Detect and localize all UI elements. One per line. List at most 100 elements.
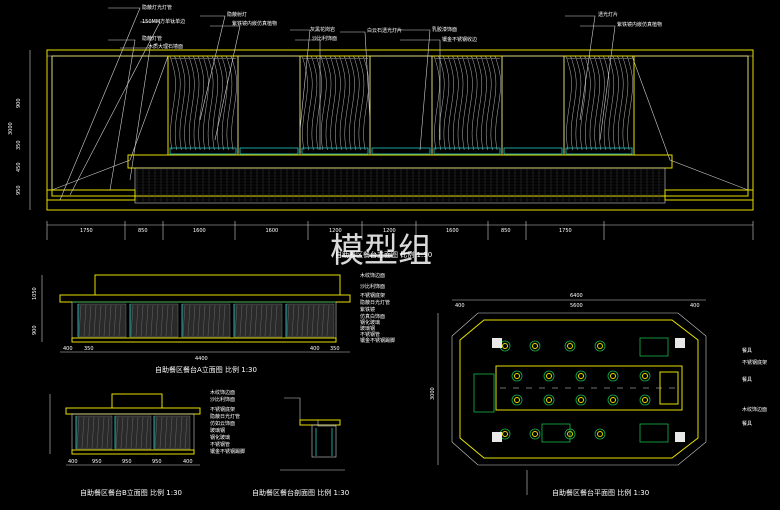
plate-circle	[594, 340, 606, 352]
plate-circle	[639, 370, 651, 382]
annotation: 紫铁镜内嵌仿真植物	[232, 20, 277, 27]
dim-label: 950	[122, 459, 132, 465]
plant-bay	[167, 55, 239, 156]
dim-label: 350	[330, 346, 340, 352]
annotation: 不锈钢底架	[210, 406, 235, 413]
annotation: 镶金不锈钢踢脚	[210, 448, 245, 455]
dim-label: 1600	[266, 228, 279, 234]
dim-label: 1600	[446, 228, 459, 234]
plan-center-island	[495, 365, 683, 411]
annotation: 不锈钢管	[210, 441, 230, 448]
dim-label: 1050	[32, 287, 38, 300]
dim-label: 900	[32, 325, 38, 335]
annotation: 隐蔽射灯	[227, 11, 247, 18]
annotation: 透光灯片	[598, 11, 618, 18]
annotation: 木纹饰边面	[742, 406, 767, 413]
annotation: 不锈钢底架	[742, 359, 767, 366]
counter-top	[127, 154, 673, 169]
annotation: 钢化玻璃	[210, 434, 230, 441]
dim-label: 400	[68, 459, 78, 465]
elev-b-top-block	[111, 393, 163, 409]
bay-divider-panel	[501, 55, 565, 156]
column-square	[675, 432, 685, 442]
plate-circle	[575, 370, 587, 382]
annotation: 灰黑花岗岩	[310, 26, 335, 33]
plate-circle	[575, 394, 587, 406]
dim-label: 450	[16, 162, 22, 172]
title-section: 自助餐区餐台剖面图 比例 1:30	[252, 488, 349, 497]
plate-circle	[543, 370, 555, 382]
annotation: 仿真白饰面	[360, 313, 385, 320]
annotation: 白云石透光灯片	[367, 27, 402, 34]
annotation: 不锈钢底架	[360, 292, 385, 299]
dim-label: 350	[16, 140, 22, 150]
plate-circle	[639, 394, 651, 406]
elev-a-counter-top	[59, 294, 351, 303]
annotation: 隐蔽日光灯管	[360, 299, 390, 306]
plan-view	[437, 299, 707, 495]
annotation: 隐蔽灯管	[142, 35, 162, 42]
annotation: 仿如云饰面	[210, 420, 235, 427]
dim-label: 4400	[195, 356, 208, 362]
dim-label: 3000	[430, 387, 436, 400]
plate-circle	[529, 340, 541, 352]
right-base	[664, 189, 754, 201]
annotation: 木纹饰边面	[210, 389, 235, 396]
annotation: 紫铁镜	[360, 306, 375, 313]
food-tray	[541, 423, 571, 443]
drawing-sheet: 隐蔽灯光灯管 150MM方单钛单边 隐蔽灯管 木质大理石墙面 隐蔽射灯 紫铁镜内…	[8, 4, 767, 497]
annotation: 餐具	[742, 420, 752, 427]
section-view	[280, 397, 345, 471]
plate-circle	[543, 394, 555, 406]
elevation-b	[49, 393, 201, 466]
annotation: 150MM方单钛单边	[142, 18, 185, 25]
annotation: 木纹饰边面	[360, 272, 385, 279]
annotation: 玻璃钢	[210, 427, 225, 434]
title-elev-b: 自助餐区餐台B立面图 比例 1:30	[80, 488, 182, 497]
dim-label: 1750	[559, 228, 572, 234]
dim-label: 3000	[8, 122, 14, 135]
glass-panel	[153, 415, 191, 450]
plant-bay	[563, 55, 635, 156]
dim-label: 1600	[193, 228, 206, 234]
annotation: 乳胶漆饰面	[432, 26, 457, 33]
annotation: 沙比利饰面	[312, 35, 337, 42]
column-square	[492, 338, 502, 348]
dim-label: 950	[16, 185, 22, 195]
dim-label: 400	[690, 303, 700, 309]
annotation: 镶金不锈钢收边	[442, 36, 477, 43]
dim-label: 400	[455, 303, 465, 309]
glass-panel	[75, 415, 113, 450]
elevation-a	[41, 274, 351, 353]
dim-label: 350	[84, 346, 94, 352]
main-elevation	[29, 49, 754, 240]
annotation: 钢化玻璃	[360, 319, 380, 326]
dim-label: 400	[183, 459, 193, 465]
bay-divider-panel	[369, 55, 433, 156]
annotation: 镶金不锈钢踢脚	[360, 337, 395, 344]
cad-canvas: { "watermark": "模型组", "elevation_main": …	[0, 0, 780, 510]
plate-circle	[564, 340, 576, 352]
plant-bay	[299, 55, 371, 156]
annotation: 隐蔽日光灯管	[210, 413, 240, 420]
dim-label: 850	[501, 228, 511, 234]
dim-label: 1750	[80, 228, 93, 234]
title-plan: 自助餐区餐台平面图 比例 1:30	[552, 488, 649, 497]
annotation: 沙比利饰面	[360, 283, 385, 290]
column-square	[492, 432, 502, 442]
plate-circle	[594, 428, 606, 440]
dim-label: 850	[138, 228, 148, 234]
food-tray	[639, 337, 669, 357]
dim-label: 6400	[570, 293, 583, 299]
dim-label: 400	[63, 346, 73, 352]
column-square	[675, 338, 685, 348]
plate-circle	[607, 370, 619, 382]
dim-label: 5600	[570, 303, 583, 309]
food-tray	[639, 423, 669, 443]
bay-divider-panel	[237, 55, 301, 156]
annotation: 隐蔽灯光灯管	[142, 4, 172, 11]
title-elev-a: 自助餐区餐台A立面图 比例 1:30	[155, 365, 257, 374]
annotation: 餐具	[742, 376, 752, 383]
dim-label: 950	[92, 459, 102, 465]
dim-label: 950	[152, 459, 162, 465]
